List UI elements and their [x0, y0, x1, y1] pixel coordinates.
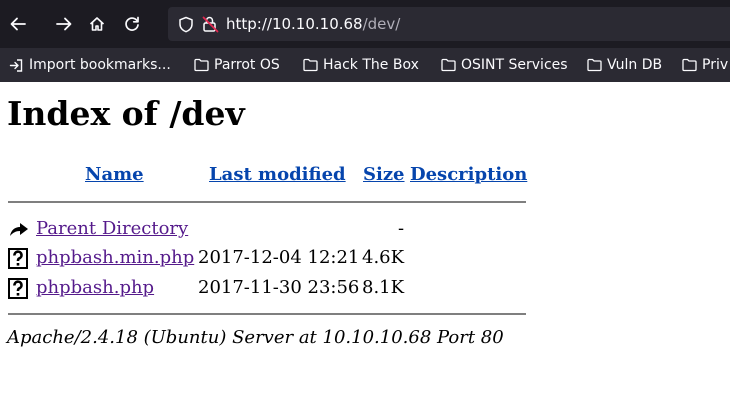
browser-toolbar: http://10.10.10.68/dev/	[0, 0, 730, 48]
forward-button[interactable]	[50, 0, 78, 48]
bookmark-vuln-db[interactable]: Vuln DB	[587, 48, 662, 82]
back-button[interactable]	[4, 0, 32, 48]
url-text[interactable]: http://10.10.10.68/dev/	[226, 7, 400, 41]
url-path: /dev/	[362, 15, 401, 33]
back-arrow-folder-icon	[10, 223, 28, 236]
page-content: Index of /dev Name Last modified Size De…	[0, 82, 730, 412]
bookmark-label: Hack The Box	[323, 57, 419, 73]
column-header-name[interactable]: Name	[85, 164, 144, 185]
page-title: Index of /dev	[7, 94, 245, 133]
file-link[interactable]: phpbash.min.php	[36, 247, 194, 268]
bookmark-label: Parrot OS	[214, 57, 280, 73]
server-signature: Apache/2.4.18 (Ubuntu) Server at 10.10.1…	[7, 327, 504, 348]
file-size: 8.1K	[362, 277, 405, 298]
bookmark-label: OSINT Services	[461, 57, 568, 73]
bookmark-import[interactable]: Import bookmarks...	[9, 48, 171, 82]
column-header-description[interactable]: Description	[410, 164, 527, 185]
column-header-last-modified[interactable]: Last modified	[209, 164, 346, 185]
reload-button[interactable]	[118, 0, 146, 48]
reload-icon	[125, 16, 139, 31]
arrow-right-icon	[56, 17, 72, 31]
bookmark-osint-services[interactable]: OSINT Services	[441, 48, 568, 82]
file-size: 4.6K	[362, 247, 405, 268]
file-link[interactable]: phpbash.php	[36, 277, 154, 298]
arrow-left-icon	[10, 17, 26, 31]
bookmark-label: Priv	[702, 57, 729, 73]
file-size: -	[398, 218, 405, 239]
unknown-file-icon	[8, 278, 28, 299]
file-modified: 2017-12-04 12:21	[198, 247, 360, 268]
table-row: phpbash.php 2017-11-30 23:56 8.1K	[8, 276, 528, 300]
column-header-size[interactable]: Size	[363, 164, 405, 185]
home-button[interactable]	[83, 0, 111, 48]
bookmark-priv[interactable]: Priv	[682, 48, 728, 82]
url-host: http://10.10.10.68	[226, 15, 363, 33]
folder-icon	[303, 58, 318, 72]
divider	[8, 201, 526, 203]
insecure-lock-icon[interactable]	[202, 15, 219, 33]
file-modified: 2017-11-30 23:56	[198, 277, 360, 298]
bookmark-label: Vuln DB	[607, 57, 663, 73]
folder-icon	[682, 58, 697, 72]
bookmark-parrot-os[interactable]: Parrot OS	[194, 48, 280, 82]
bookmarks-bar: Import bookmarks... Parrot OS Hack The B…	[0, 48, 730, 82]
home-icon	[89, 17, 105, 31]
unknown-file-icon	[8, 248, 28, 269]
parent-directory-link[interactable]: Parent Directory	[36, 218, 188, 239]
divider	[8, 313, 526, 315]
folder-icon	[194, 58, 209, 72]
folder-icon	[441, 58, 456, 72]
import-icon	[9, 58, 23, 72]
folder-icon	[587, 58, 602, 72]
tracking-protection-shield-icon[interactable]	[178, 16, 194, 33]
table-row: phpbash.min.php 2017-12-04 12:21 4.6K	[8, 246, 528, 270]
bookmark-label: Import bookmarks...	[29, 57, 171, 73]
table-row-parent: Parent Directory -	[8, 217, 528, 241]
bookmark-hack-the-box[interactable]: Hack The Box	[303, 48, 419, 82]
address-bar[interactable]: http://10.10.10.68/dev/	[168, 7, 730, 41]
